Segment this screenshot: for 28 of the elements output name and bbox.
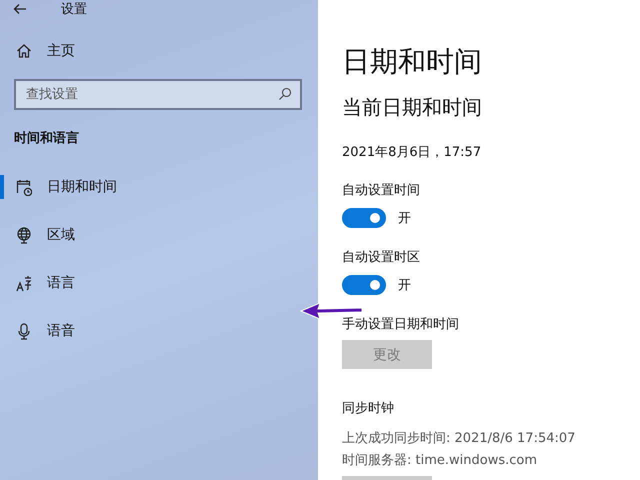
setting-label: 自动设置时区	[342, 249, 420, 266]
sidebar-item[interactable]: 日期和时间	[0, 163, 318, 211]
home-icon	[16, 43, 32, 59]
section-heading: 时间和语言	[13, 130, 80, 147]
section-title: 当前日期和时间	[342, 94, 482, 121]
back-arrow-icon	[13, 3, 27, 15]
microphone-icon	[16, 322, 32, 340]
section-title: 同步时钟	[342, 400, 394, 417]
sidebar-item[interactable]: 语音	[0, 307, 318, 355]
current-date-time: 2021年8月6日，17:57	[342, 144, 482, 161]
search-icon	[278, 87, 292, 101]
home-link[interactable]: 主页	[0, 34, 318, 68]
info-text: 时间服务器: time.windows.com	[342, 452, 538, 469]
setting-label: 自动设置时间	[342, 182, 420, 199]
sidebar-item[interactable]: 区域	[0, 211, 318, 259]
toggle-switch[interactable]	[342, 275, 386, 295]
info-text: 上次成功同步时间: 2021/8/6 17:54:07	[342, 430, 576, 447]
toggle-switch[interactable]	[342, 208, 386, 228]
search-field[interactable]: 查找设置	[14, 79, 302, 110]
language-icon	[16, 274, 32, 292]
page-title: 日期和时间	[342, 44, 482, 80]
calendar-clock-icon	[16, 178, 32, 196]
setting-label: 手动设置日期和时间	[342, 316, 459, 333]
toggle-state: 开	[398, 210, 411, 227]
globe-icon	[16, 226, 32, 244]
sidebar-item[interactable]: 语言	[0, 259, 318, 307]
toggle-state: 开	[398, 277, 411, 294]
window-title: 设置	[61, 1, 87, 18]
